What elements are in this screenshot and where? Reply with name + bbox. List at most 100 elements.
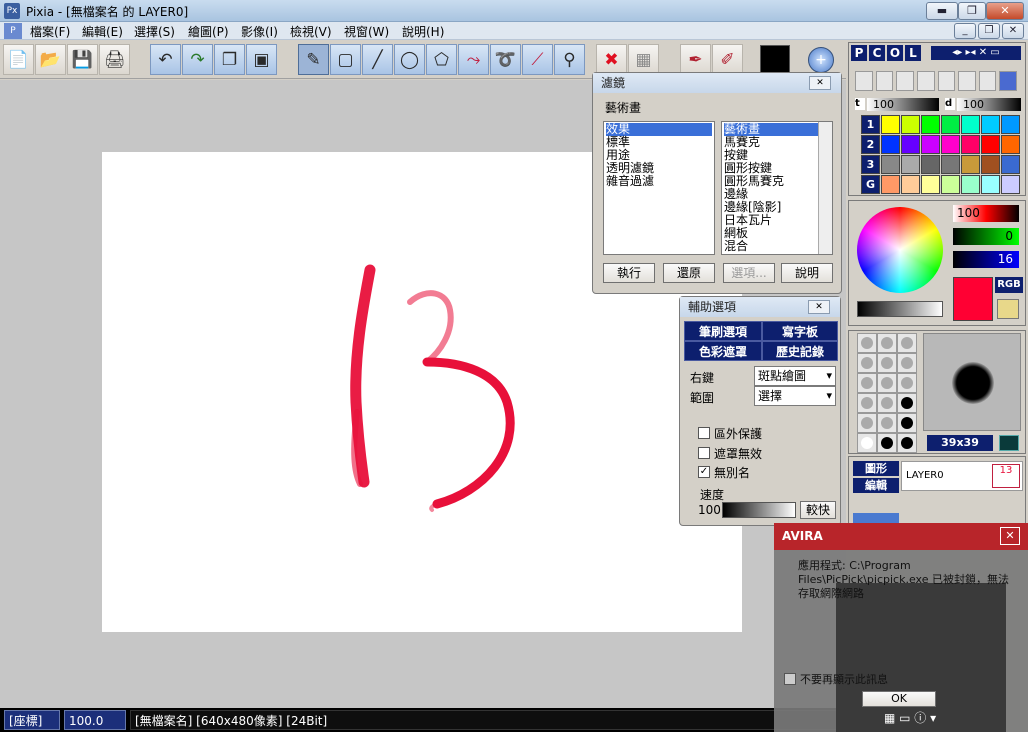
list-item[interactable]: 混合 [724,240,830,253]
mode-button-c[interactable]: C [869,45,885,61]
palette-swatch[interactable] [981,155,1000,174]
menu-view[interactable]: 檢視(V) [290,23,332,40]
paste-icon[interactable]: ▣ [246,44,277,75]
pixia-app-icon[interactable]: Px [4,3,20,19]
tab-color-mask[interactable]: 色彩遮罩 [684,341,762,361]
rectangle-tool-icon[interactable]: ▢ [330,44,361,75]
menu-edit[interactable]: 編輯(E) [82,23,123,40]
speed-faster-button[interactable]: 較快 [800,501,836,519]
brush-cell[interactable] [857,373,877,393]
palette-swatch[interactable] [921,155,940,174]
mode-button-l[interactable]: L [905,45,921,61]
palette-swatch[interactable] [901,115,920,134]
close-button[interactable]: ✕ [986,2,1024,20]
mode-button-p[interactable]: P [851,45,867,61]
ink-brush-icon[interactable] [896,71,914,91]
clear-selection-icon[interactable]: ✖ [596,44,627,75]
filter-run-button[interactable]: 執行 [603,263,655,283]
brush-cell[interactable] [857,333,877,353]
document-icon[interactable]: P [4,23,22,39]
brush-cell[interactable] [897,333,917,353]
palette-swatch[interactable] [941,115,960,134]
brush-cell[interactable] [897,393,917,413]
soft-brush-icon[interactable] [937,71,956,91]
palette-swatch[interactable] [941,175,960,194]
range-select[interactable]: 選擇 [754,386,836,406]
filter-close-button[interactable]: ✕ [809,76,831,90]
speed-slider[interactable] [722,502,796,518]
palette-row-label[interactable]: 1 [861,115,880,134]
palette-row-label[interactable]: 3 [861,155,880,174]
brush-cell[interactable] [877,333,897,353]
brush-cell[interactable] [857,413,877,433]
palette-swatch[interactable] [901,155,920,174]
brush-cell[interactable] [897,433,917,453]
palette-swatch[interactable] [981,115,1000,134]
copy-icon[interactable]: ❐ [214,44,245,75]
brush-eraser-icon[interactable]: ✐ [712,44,743,75]
outside-protect-checkbox[interactable] [698,427,710,439]
aux-close-button[interactable]: ✕ [808,300,830,314]
dot-brush-icon[interactable] [875,71,894,91]
undo-icon[interactable]: ↶ [150,44,181,75]
palette-swatch[interactable] [1001,135,1020,154]
color-wheel[interactable] [857,207,943,293]
brush-cell[interactable] [897,413,917,433]
brush-cell[interactable] [877,413,897,433]
mdi-minimize-button[interactable]: _ [954,23,976,39]
filter-options-button[interactable]: 選項... [723,263,775,283]
menu-image[interactable]: 影像(I) [241,23,278,40]
filter-help-button[interactable]: 說明 [781,263,833,283]
mode-button-o[interactable]: O [887,45,903,61]
layer-shape-button[interactable]: 圖形 [853,461,899,476]
square-brush-icon[interactable] [958,71,976,91]
curve-tool-icon[interactable]: ⤳ [458,44,489,75]
palette-swatch[interactable] [921,115,940,134]
menu-help[interactable]: 說明(H) [402,23,444,40]
size-a-slider[interactable]: 100 [867,98,939,111]
palette-swatch[interactable] [981,135,1000,154]
pencil-icon[interactable] [855,71,873,91]
palette-swatch[interactable] [881,175,900,194]
menu-select[interactable]: 選擇(S) [134,23,175,40]
eraser-icon[interactable] [978,71,997,91]
palette-swatch[interactable] [961,155,980,174]
palette-swatch[interactable] [881,115,900,134]
current-color[interactable] [953,277,993,321]
polygon-tool-icon[interactable]: ⬠ [426,44,457,75]
palette-swatch[interactable] [901,175,920,194]
tab-tablet[interactable]: 寫字板 [762,321,838,341]
palette-swatch[interactable] [941,155,960,174]
tab-history[interactable]: 歷史記錄 [762,341,838,361]
brush-cell[interactable] [857,393,877,413]
brush-cell[interactable] [897,373,917,393]
lasso-tool-icon[interactable]: ➰ [490,44,521,75]
dropdown-icon[interactable] [999,71,1017,91]
tray-icons[interactable]: ▦ ▭ ⓘ ▾ [884,709,964,727]
mask-disabled-checkbox[interactable] [698,447,710,459]
brush-cell[interactable] [877,373,897,393]
line-tool-icon[interactable]: ╱ [362,44,393,75]
stamp-tool-icon[interactable]: ⚲ [554,44,585,75]
brush-cell[interactable] [877,433,897,453]
palette-swatch[interactable] [941,135,960,154]
right-click-select[interactable]: 斑點繪圖 [754,366,836,386]
avira-close-icon[interactable]: ✕ [1000,527,1020,545]
rotate-brush-icon[interactable] [916,71,935,91]
mdi-close-button[interactable]: ✕ [1002,23,1024,39]
tab-brush-options[interactable]: 筆刷選項 [684,321,762,341]
filter-category-list[interactable]: 效果 標準 用途 透明濾鏡 雜音過濾 [603,121,715,255]
palette-swatch[interactable] [1001,115,1020,134]
mdi-restore-button[interactable]: ❐ [978,23,1000,39]
color-mode-rgb[interactable]: RGB [995,277,1023,293]
print-icon[interactable]: 🖨 [99,44,130,75]
zoom-icon[interactable]: + [808,47,834,73]
layer-edit-button[interactable]: 編輯 [853,478,899,493]
palette-swatch[interactable] [1001,155,1020,174]
avira-dont-show-checkbox[interactable] [784,673,796,685]
current-color-swatch[interactable] [760,45,790,75]
palette-swatch[interactable] [1001,175,1020,194]
layer-row[interactable]: LAYER0 13 [901,461,1023,491]
maximize-button[interactable]: ❐ [958,2,986,20]
brush-cell[interactable] [857,433,877,453]
